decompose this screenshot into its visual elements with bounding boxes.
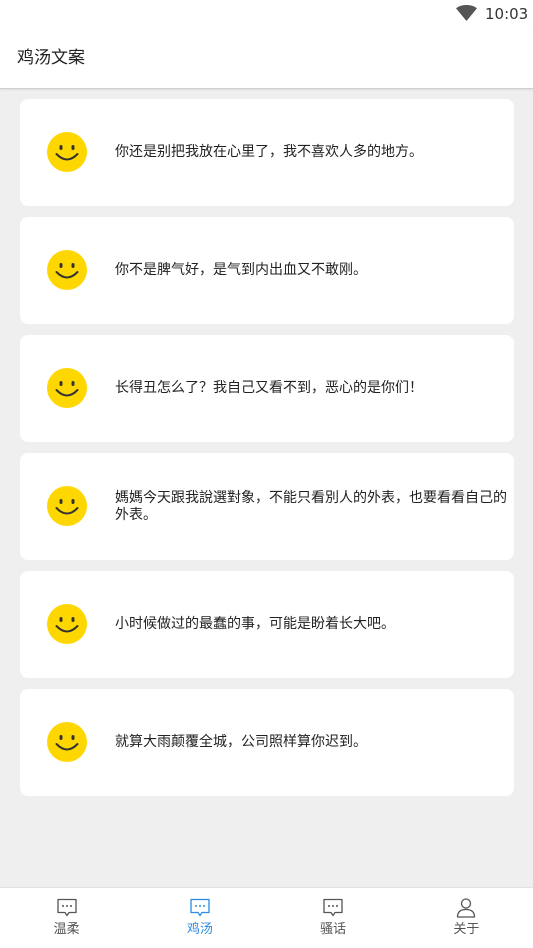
status-bar: 10:03	[0, 0, 533, 28]
smiley-icon	[47, 250, 87, 290]
quote-card[interactable]: 媽媽今天跟我說選對象，不能只看別人的外表，也要看看自己的外表。	[20, 453, 514, 560]
quote-list: 你还是别把我放在心里了，我不喜欢人多的地方。 你不是脾气好，是气到内出血又不敢刚…	[20, 99, 514, 807]
smiley-icon	[47, 486, 87, 526]
tab-wenrou[interactable]: 温柔	[0, 888, 133, 948]
quote-card[interactable]: 就算大雨颠覆全城，公司照样算你迟到。	[20, 689, 514, 796]
tab-label: 温柔	[53, 922, 80, 937]
tab-label: 鸡汤	[186, 922, 213, 937]
app-screen: 10:03 鸡汤文案 你还是别把我放在心里了，我不喜欢人多的地方。 你不是脾气好…	[0, 0, 533, 948]
quote-card[interactable]: 长得丑怎么了？我自己又看不到，恶心的是你们！	[20, 335, 514, 442]
bottom-nav: 温柔 鸡汤 骚话 关于	[0, 887, 533, 948]
quote-text: 媽媽今天跟我說選對象，不能只看別人的外表，也要看看自己的外表。	[115, 489, 507, 523]
quote-text: 你还是别把我放在心里了，我不喜欢人多的地方。	[115, 144, 423, 160]
tab-saohua[interactable]: 骚话	[267, 888, 400, 948]
smiley-icon	[47, 368, 87, 408]
smiley-icon	[47, 604, 87, 644]
message-icon	[190, 898, 210, 917]
page-title: 鸡汤文案	[17, 48, 85, 68]
quote-card[interactable]: 你还是别把我放在心里了，我不喜欢人多的地方。	[20, 99, 514, 206]
smiley-icon	[47, 132, 87, 172]
quote-card[interactable]: 小时候做过的最蠢的事，可能是盼着长大吧。	[20, 571, 514, 678]
tab-label: 骚话	[320, 922, 347, 937]
smiley-icon	[47, 722, 87, 762]
quote-text: 你不是脾气好，是气到内出血又不敢刚。	[115, 262, 367, 278]
message-icon	[56, 898, 77, 917]
tab-jitang[interactable]: 鸡汤	[133, 888, 266, 948]
wifi-icon	[456, 5, 477, 21]
tab-label: 关于	[453, 922, 480, 937]
message-icon	[323, 898, 343, 917]
person-icon	[457, 898, 476, 918]
tab-guanyu[interactable]: 关于	[400, 888, 533, 948]
status-time: 10:03	[485, 5, 529, 23]
quote-text: 就算大雨颠覆全城，公司照样算你迟到。	[115, 734, 367, 750]
quote-text: 长得丑怎么了？我自己又看不到，恶心的是你们！	[115, 380, 423, 396]
app-header: 鸡汤文案	[0, 28, 533, 89]
quote-card[interactable]: 你不是脾气好，是气到内出血又不敢刚。	[20, 217, 514, 324]
quote-text: 小时候做过的最蠢的事，可能是盼着长大吧。	[115, 616, 395, 632]
